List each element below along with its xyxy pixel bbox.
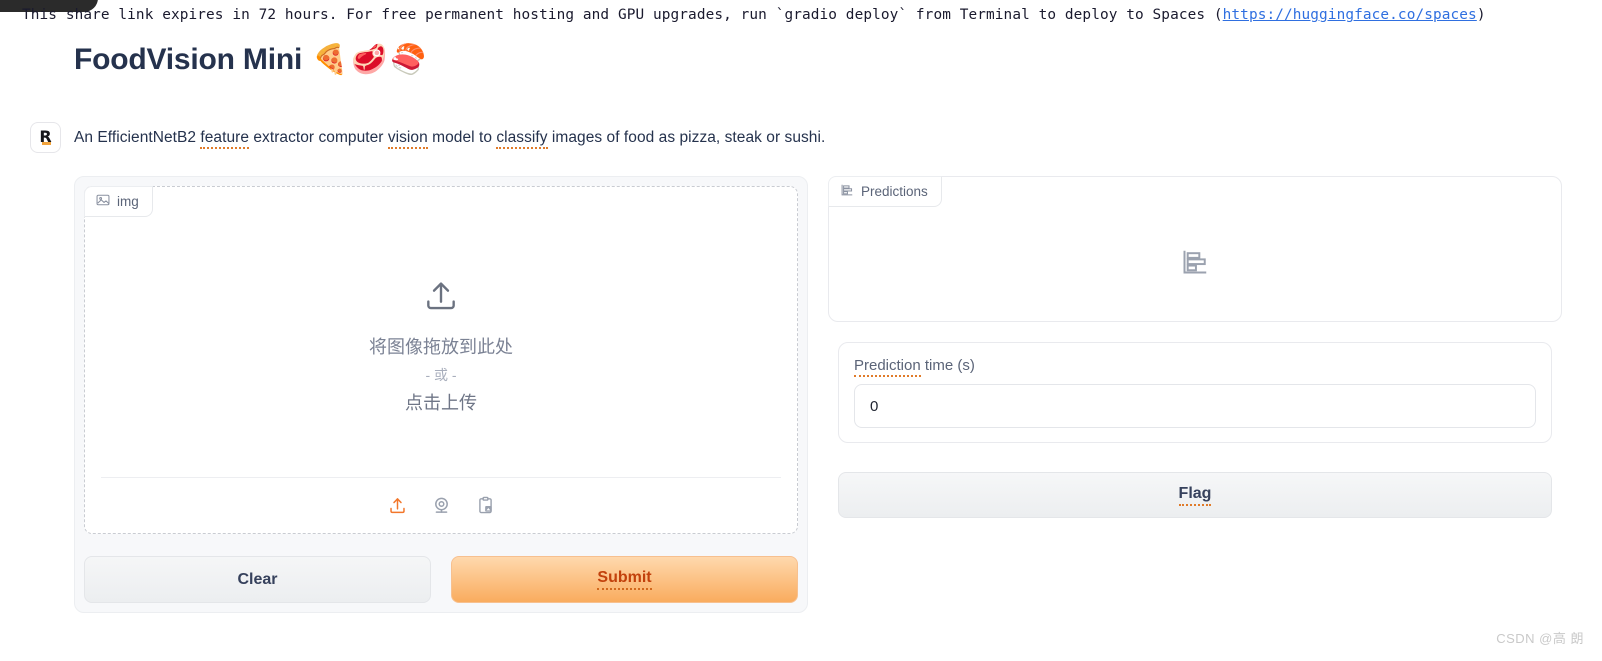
clear-button-label: Clear bbox=[237, 570, 278, 588]
description-row: R An EfficientNetB2 feature extractor co… bbox=[30, 122, 825, 153]
prediction-time-input[interactable]: 0 bbox=[854, 384, 1536, 428]
flag-button[interactable]: Flag bbox=[838, 472, 1552, 518]
dropzone-click-text: 点击上传 bbox=[405, 392, 477, 413]
submit-button-label: Submit bbox=[597, 569, 652, 590]
bar-chart-icon bbox=[1180, 247, 1210, 282]
watermark: CSDN @高 朗 bbox=[1496, 631, 1584, 646]
image-dropzone[interactable]: img 将图像拖放到此处 - 或 - 点击上传 bbox=[84, 186, 798, 534]
tab-img[interactable]: img bbox=[84, 186, 153, 217]
prediction-time-value: 0 bbox=[870, 397, 879, 415]
clear-button[interactable]: Clear bbox=[84, 556, 431, 603]
prediction-time-label: Prediction time (s) bbox=[854, 357, 975, 377]
image-icon bbox=[96, 193, 110, 210]
dropzone-content: 将图像拖放到此处 - 或 - 点击上传 bbox=[85, 218, 797, 477]
tab-predictions[interactable]: Predictions bbox=[828, 176, 942, 207]
predictions-empty-state bbox=[829, 208, 1561, 321]
prediction-time-panel: Prediction time (s) 0 bbox=[838, 342, 1552, 443]
grammar-extension-badge-icon[interactable]: R bbox=[30, 122, 61, 153]
share-banner-text-before: This share link expires in 72 hours. For… bbox=[22, 7, 1223, 23]
description-part-4: images of food as pizza, steak or sushi. bbox=[547, 128, 826, 146]
share-link-banner: This share link expires in 72 hours. For… bbox=[0, 0, 1602, 30]
bar-chart-icon bbox=[840, 183, 854, 200]
tab-img-label: img bbox=[117, 194, 139, 209]
prediction-time-label-rest: time (s) bbox=[920, 357, 975, 374]
dropzone-or-text: - 或 - bbox=[425, 367, 457, 384]
prediction-time-label-underlined: Prediction bbox=[854, 357, 921, 377]
description-part-2: extractor computer bbox=[249, 128, 388, 146]
image-input-panel: img 将图像拖放到此处 - 或 - 点击上传 Clear Submit bbox=[74, 176, 808, 613]
dropzone-toolbar bbox=[101, 477, 781, 533]
share-banner-text-after: ) bbox=[1476, 7, 1486, 23]
description-text: An EfficientNetB2 feature extractor comp… bbox=[74, 128, 826, 149]
description-part-1: An EfficientNetB2 bbox=[74, 128, 201, 146]
predictions-panel: Predictions bbox=[828, 176, 1562, 322]
r-badge-underline bbox=[42, 142, 51, 145]
submit-button[interactable]: Submit bbox=[451, 556, 798, 603]
upload-icon bbox=[422, 277, 460, 320]
upload-icon[interactable] bbox=[384, 493, 410, 519]
food-emoji-icons: 🍕🥩🍣 bbox=[312, 42, 430, 76]
page-title: FoodVision Mini 🍕🥩🍣 bbox=[74, 42, 429, 77]
action-button-row: Clear Submit bbox=[84, 556, 798, 603]
flag-button-label: Flag bbox=[1178, 485, 1212, 506]
huggingface-spaces-link[interactable]: https://huggingface.co/spaces bbox=[1223, 7, 1477, 23]
description-part-3: model to bbox=[427, 128, 497, 146]
description-word-classify: classify bbox=[496, 128, 548, 149]
output-column: Predictions Prediction time (s) 0 Flag bbox=[828, 176, 1562, 528]
description-word-feature: feature bbox=[200, 128, 250, 149]
page-title-text: FoodVision Mini bbox=[74, 42, 303, 76]
clipboard-image-icon[interactable] bbox=[472, 493, 498, 519]
webcam-icon[interactable] bbox=[428, 493, 454, 519]
description-word-vision: vision bbox=[387, 128, 428, 149]
dropzone-drag-text: 将图像拖放到此处 bbox=[369, 337, 513, 358]
app-root: This share link expires in 72 hours. For… bbox=[0, 0, 1602, 661]
tab-predictions-label: Predictions bbox=[861, 184, 928, 199]
